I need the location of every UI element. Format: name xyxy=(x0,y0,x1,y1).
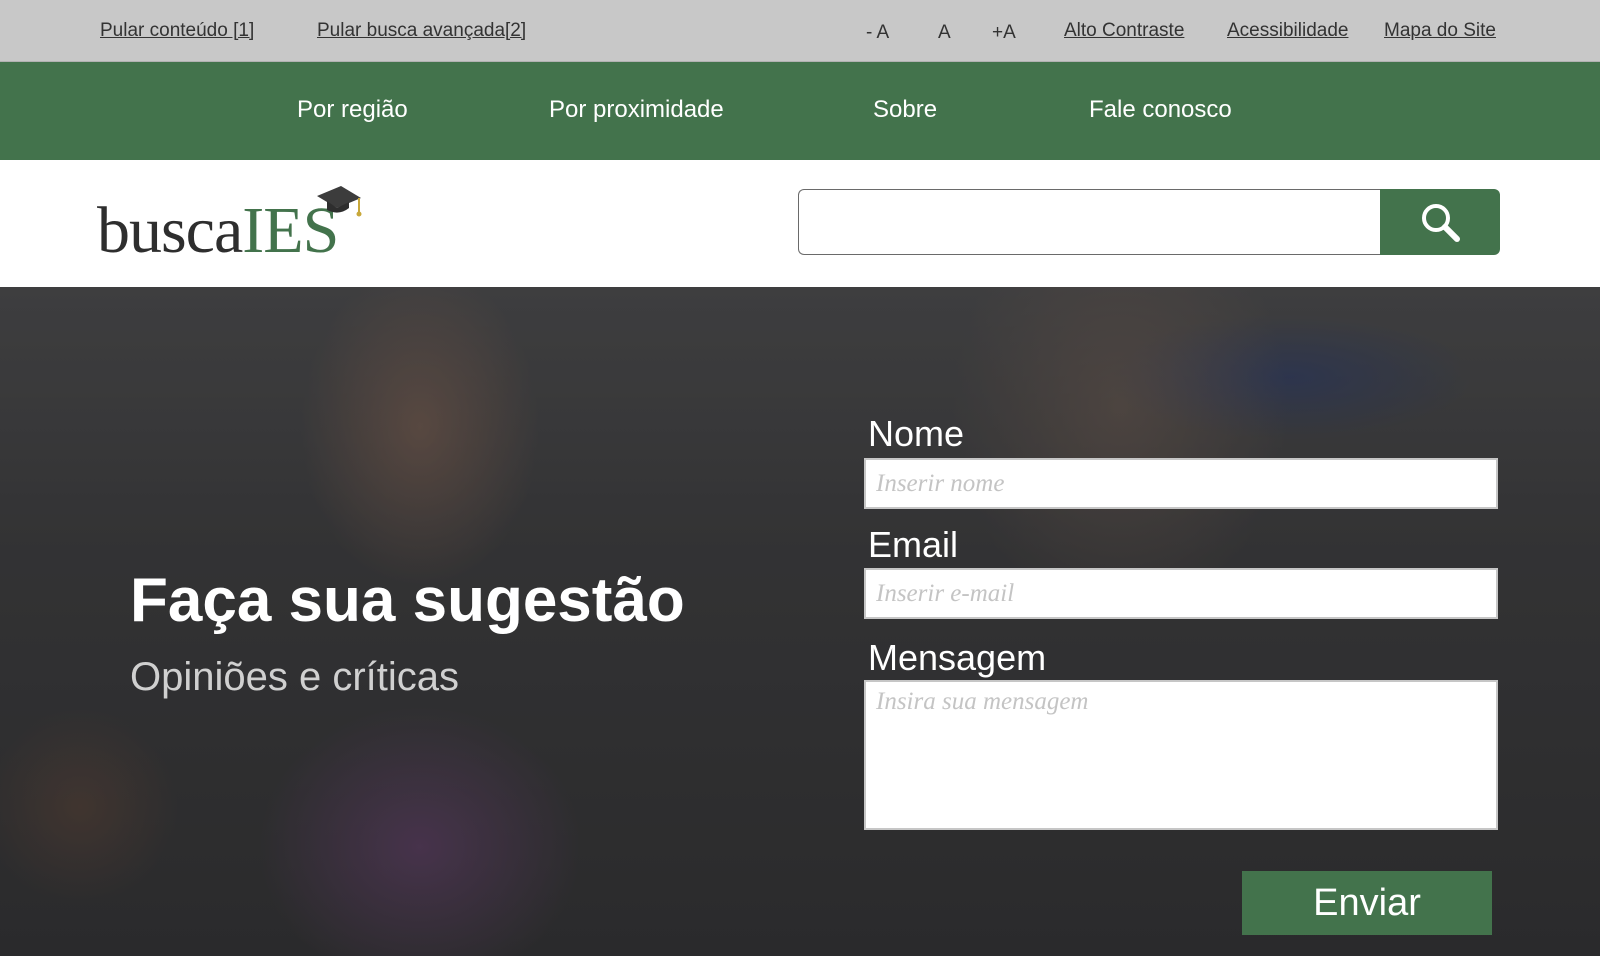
email-field[interactable] xyxy=(864,568,1498,619)
search-input[interactable] xyxy=(798,189,1380,255)
accessibility-bar: Pular conteúdo [1] Pular busca avançada[… xyxy=(0,0,1600,62)
hero-title: Faça sua sugestão xyxy=(130,566,685,635)
search-icon xyxy=(1422,204,1460,242)
hero-section: Faça sua sugestão Opiniões e críticas No… xyxy=(0,287,1600,956)
message-label: Mensagem xyxy=(868,637,1047,678)
font-normal-button[interactable]: A xyxy=(938,22,951,44)
hero-subtitle: Opiniões e críticas xyxy=(130,655,460,699)
skip-to-content-link[interactable]: Pular conteúdo [1] xyxy=(100,20,254,42)
graduation-cap-icon xyxy=(317,186,362,217)
name-field[interactable] xyxy=(864,458,1498,509)
logo-text-busca: busca xyxy=(97,194,243,267)
accessibility-link[interactable]: Acessibilidade xyxy=(1227,20,1348,42)
main-nav: Por região Por proximidade Sobre Fale co… xyxy=(0,62,1600,160)
site-header: buscaIES xyxy=(0,160,1600,287)
skip-to-advanced-search-link[interactable]: Pular busca avançada[2] xyxy=(317,20,526,42)
search-button[interactable] xyxy=(1380,189,1500,255)
site-logo[interactable]: buscaIES xyxy=(97,184,377,264)
nav-item-por-proximidade[interactable]: Por proximidade xyxy=(549,96,724,124)
high-contrast-link[interactable]: Alto Contraste xyxy=(1064,20,1184,42)
nav-item-por-regiao[interactable]: Por região xyxy=(297,96,408,124)
font-decrease-button[interactable]: - A xyxy=(866,22,889,44)
nav-item-sobre[interactable]: Sobre xyxy=(873,96,937,124)
email-label: Email xyxy=(868,524,959,565)
name-label: Nome xyxy=(868,413,965,454)
font-increase-button[interactable]: +A xyxy=(992,22,1016,44)
submit-button[interactable]: Enviar xyxy=(1242,871,1492,935)
sitemap-link[interactable]: Mapa do Site xyxy=(1384,20,1496,42)
nav-item-fale-conosco[interactable]: Fale conosco xyxy=(1089,96,1232,124)
logo-wordmark: buscaIES xyxy=(97,198,339,264)
message-field[interactable] xyxy=(864,680,1498,830)
